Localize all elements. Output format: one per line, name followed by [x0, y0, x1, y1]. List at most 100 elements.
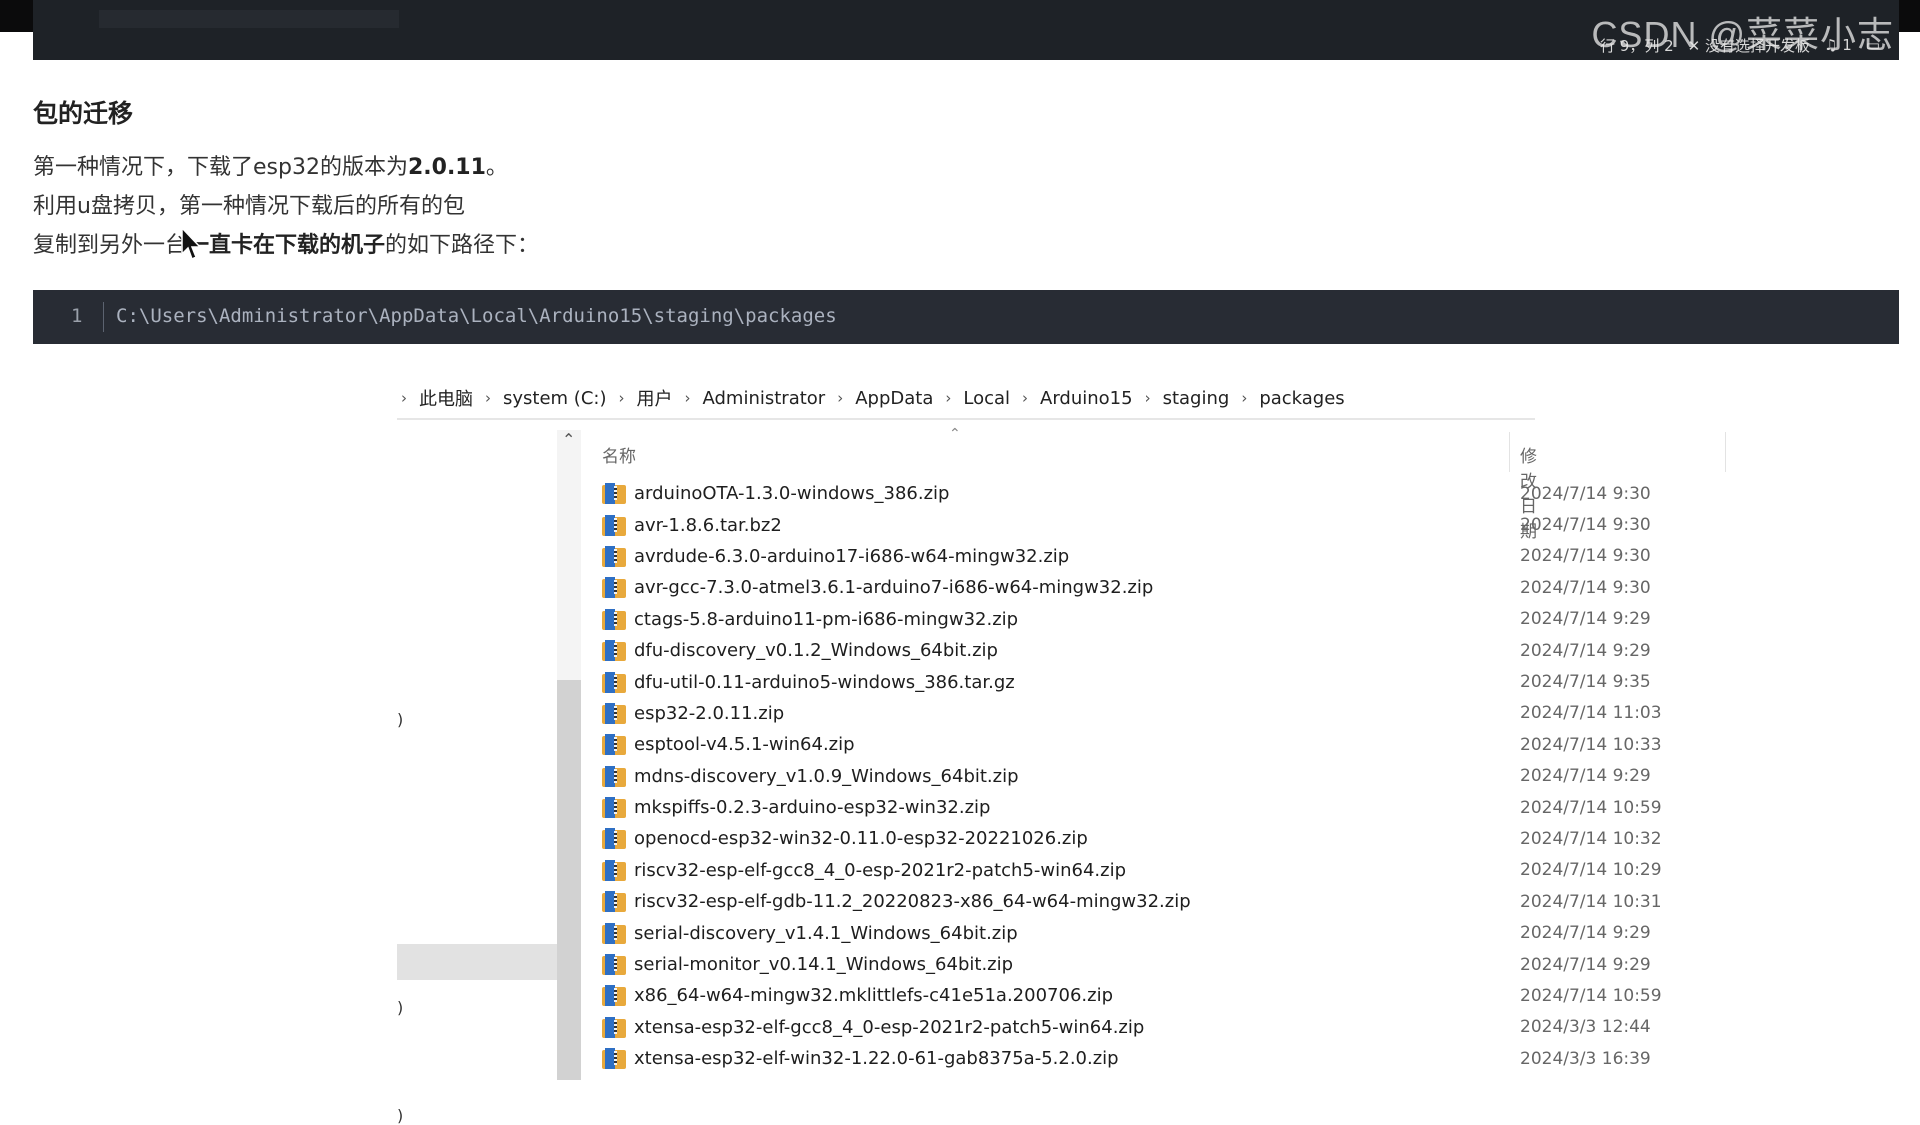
file-date: 2024/7/14 9:29	[1520, 640, 1651, 661]
watermark: CSDN @菜菜小志	[1591, 14, 1894, 55]
file-row[interactable]: x86_64-w64-mingw32.mklittlefs-c41e51a.20…	[592, 980, 1662, 1011]
file-date: 2024/7/14 9:30	[1520, 483, 1651, 504]
file-row[interactable]: ctags-5.8-arduino11-pm-i686-mingw32.zip 2…	[592, 604, 1651, 635]
chevron-right-icon[interactable]: ›	[1145, 389, 1151, 407]
file-name: serial-monitor_v0.14.1_Windows_64bit.zip	[634, 954, 1014, 976]
breadcrumb-item[interactable]: 用户	[636, 385, 672, 411]
line1-text: 第一种情况下，下载了esp32的版本为	[33, 155, 408, 180]
zip-folder-icon	[602, 797, 626, 819]
file-date: 2024/7/14 9:29	[1520, 609, 1651, 630]
code-block[interactable]: 1 C:\Users\Administrator\AppData\Local\A…	[33, 290, 1899, 344]
breadcrumb-item[interactable]: system (C:)	[503, 388, 606, 409]
code-line[interactable]: C:\Users\Administrator\AppData\Local\Ard…	[116, 305, 837, 327]
chevron-right-icon[interactable]: ›	[401, 389, 407, 407]
file-name: dfu-discovery_v0.1.2_Windows_64bit.zip	[634, 640, 998, 662]
file-date: 2024/7/14 9:29	[1520, 766, 1651, 787]
scroll-up-icon[interactable]: ⌃	[562, 430, 575, 449]
file-row[interactable]: xtensa-esp32-elf-gcc8_4_0-esp-2021r2-pat…	[592, 1012, 1651, 1043]
scrollbar-thumb[interactable]	[557, 680, 581, 1080]
file-row[interactable]: serial-monitor_v0.14.1_Windows_64bit.zip…	[592, 949, 1651, 980]
zip-folder-icon	[602, 734, 626, 756]
line3-suffix: 的如下路径下：	[385, 233, 540, 258]
breadcrumb-item[interactable]: packages	[1259, 388, 1344, 409]
file-name: x86_64-w64-mingw32.mklittlefs-c41e51a.20…	[634, 985, 1113, 1007]
collapse-caret-icon[interactable]: )	[397, 998, 403, 1017]
file-row[interactable]: dfu-util-0.11-arduino5-windows_386.tar.g…	[592, 666, 1651, 697]
zip-folder-icon	[602, 483, 626, 505]
section-heading: 包的迁移	[33, 99, 134, 128]
file-row[interactable]: mdns-discovery_v1.0.9_Windows_64bit.zip 2…	[592, 761, 1651, 792]
file-row[interactable]: avr-1.8.6.tar.bz2 2024/7/14 9:30	[592, 509, 1651, 540]
zip-folder-icon	[602, 545, 626, 567]
editor-tab-shadow	[99, 10, 399, 28]
file-row[interactable]: riscv32-esp-elf-gdb-11.2_20220823-x86_64…	[592, 886, 1662, 917]
zip-folder-icon	[602, 514, 626, 536]
chevron-right-icon[interactable]: ›	[945, 389, 951, 407]
file-date: 2024/7/14 10:59	[1520, 797, 1662, 818]
file-name: xtensa-esp32-elf-win32-1.22.0-61-gab8375…	[634, 1048, 1119, 1070]
file-date: 2024/7/14 10:33	[1520, 734, 1662, 755]
breadcrumb: › 此电脑 › system (C:) › 用户 › Administrator › AppDat…	[397, 383, 1345, 413]
file-row[interactable]: serial-discovery_v1.4.1_Windows_64bit.zi…	[592, 917, 1651, 948]
navigation-pane: ) ) )	[397, 430, 557, 1125]
file-row[interactable]: riscv32-esp-elf-gcc8_4_0-esp-2021r2-patc…	[592, 855, 1662, 886]
file-row[interactable]: openocd-esp32-win32-0.11.0-esp32-2022102…	[592, 823, 1662, 854]
file-name: dfu-util-0.11-arduino5-windows_386.tar.g…	[634, 671, 1015, 693]
chevron-right-icon[interactable]: ›	[618, 389, 624, 407]
zip-folder-icon	[602, 891, 626, 913]
sort-ascending-icon: ⌃	[949, 426, 961, 442]
chevron-right-icon[interactable]: ›	[837, 389, 843, 407]
column-divider[interactable]	[1725, 432, 1726, 472]
breadcrumb-item[interactable]: AppData	[855, 388, 933, 409]
breadcrumb-item[interactable]: Administrator	[702, 388, 825, 409]
collapse-caret-icon[interactable]: )	[397, 710, 403, 729]
file-date: 2024/7/14 9:29	[1520, 954, 1651, 975]
file-date: 2024/7/14 11:03	[1520, 703, 1662, 724]
chevron-right-icon[interactable]: ›	[1022, 389, 1028, 407]
file-row[interactable]: esptool-v4.5.1-win64.zip 2024/7/14 10:33	[592, 729, 1662, 760]
file-name: mdns-discovery_v1.0.9_Windows_64bit.zip	[634, 765, 1019, 787]
file-name: esp32-2.0.11.zip	[634, 702, 785, 724]
zip-folder-icon	[602, 985, 626, 1007]
file-list: arduinoOTA-1.3.0-windows_386.zip 2024/7/1…	[592, 478, 1662, 1074]
breadcrumb-item[interactable]: staging	[1163, 388, 1230, 409]
file-explorer-screenshot: › 此电脑 › system (C:) › 用户 › Administrator › AppDat…	[397, 370, 1726, 1125]
file-row[interactable]: mkspiffs-0.2.3-arduino-esp32-win32.zip 20…	[592, 792, 1662, 823]
breadcrumb-item[interactable]: Local	[963, 388, 1010, 409]
file-row[interactable]: arduinoOTA-1.3.0-windows_386.zip 2024/7/1…	[592, 478, 1651, 509]
nav-scrollbar[interactable]: ⌃	[557, 430, 581, 1080]
chevron-right-icon[interactable]: ›	[1241, 389, 1247, 407]
file-name: avr-gcc-7.3.0-atmel3.6.1-arduino7-i686-w…	[634, 577, 1154, 599]
file-date: 2024/7/14 10:32	[1520, 828, 1662, 849]
zip-folder-icon	[602, 577, 626, 599]
file-date: 2024/7/14 10:29	[1520, 860, 1662, 881]
chevron-right-icon[interactable]: ›	[684, 389, 690, 407]
file-date: 2024/7/14 9:35	[1520, 672, 1651, 693]
paragraph-line-1: 第一种情况下，下载了esp32的版本为2.0.11。	[33, 148, 1893, 187]
collapse-caret-icon[interactable]: )	[397, 1106, 403, 1125]
file-row[interactable]: dfu-discovery_v0.1.2_Windows_64bit.zip 20…	[592, 635, 1651, 666]
file-date: 2024/7/14 10:31	[1520, 891, 1662, 912]
file-row[interactable]: avrdude-6.3.0-arduino17-i686-w64-mingw32…	[592, 541, 1651, 572]
file-row[interactable]: esp32-2.0.11.zip 2024/7/14 11:03	[592, 698, 1662, 729]
zip-folder-icon	[602, 922, 626, 944]
column-header-name[interactable]: 名称	[602, 442, 636, 467]
breadcrumb-item[interactable]: 此电脑	[419, 385, 473, 411]
zip-folder-icon	[602, 702, 626, 724]
file-date: 2024/7/14 9:30	[1520, 546, 1651, 567]
line-number: 1	[71, 305, 83, 327]
column-divider[interactable]	[1509, 432, 1510, 472]
file-name: openocd-esp32-win32-0.11.0-esp32-2022102…	[634, 828, 1088, 850]
file-row[interactable]: xtensa-esp32-elf-win32-1.22.0-61-gab8375…	[592, 1043, 1651, 1074]
file-date: 2024/3/3 12:44	[1520, 1017, 1651, 1038]
breadcrumb-item[interactable]: Arduino15	[1040, 388, 1133, 409]
chevron-right-icon[interactable]: ›	[485, 389, 491, 407]
gutter-divider	[103, 302, 104, 332]
selected-nav-item[interactable]	[397, 944, 557, 980]
zip-folder-icon	[602, 1016, 626, 1038]
file-row[interactable]: avr-gcc-7.3.0-atmel3.6.1-arduino7-i686-w…	[592, 572, 1651, 603]
file-date: 2024/7/14 10:59	[1520, 985, 1662, 1006]
paragraph-line-2: 利用u盘拷贝，第一种情况下载后的所有的包	[33, 194, 465, 219]
line1-suffix: 。	[485, 155, 508, 180]
zip-folder-icon	[602, 828, 626, 850]
